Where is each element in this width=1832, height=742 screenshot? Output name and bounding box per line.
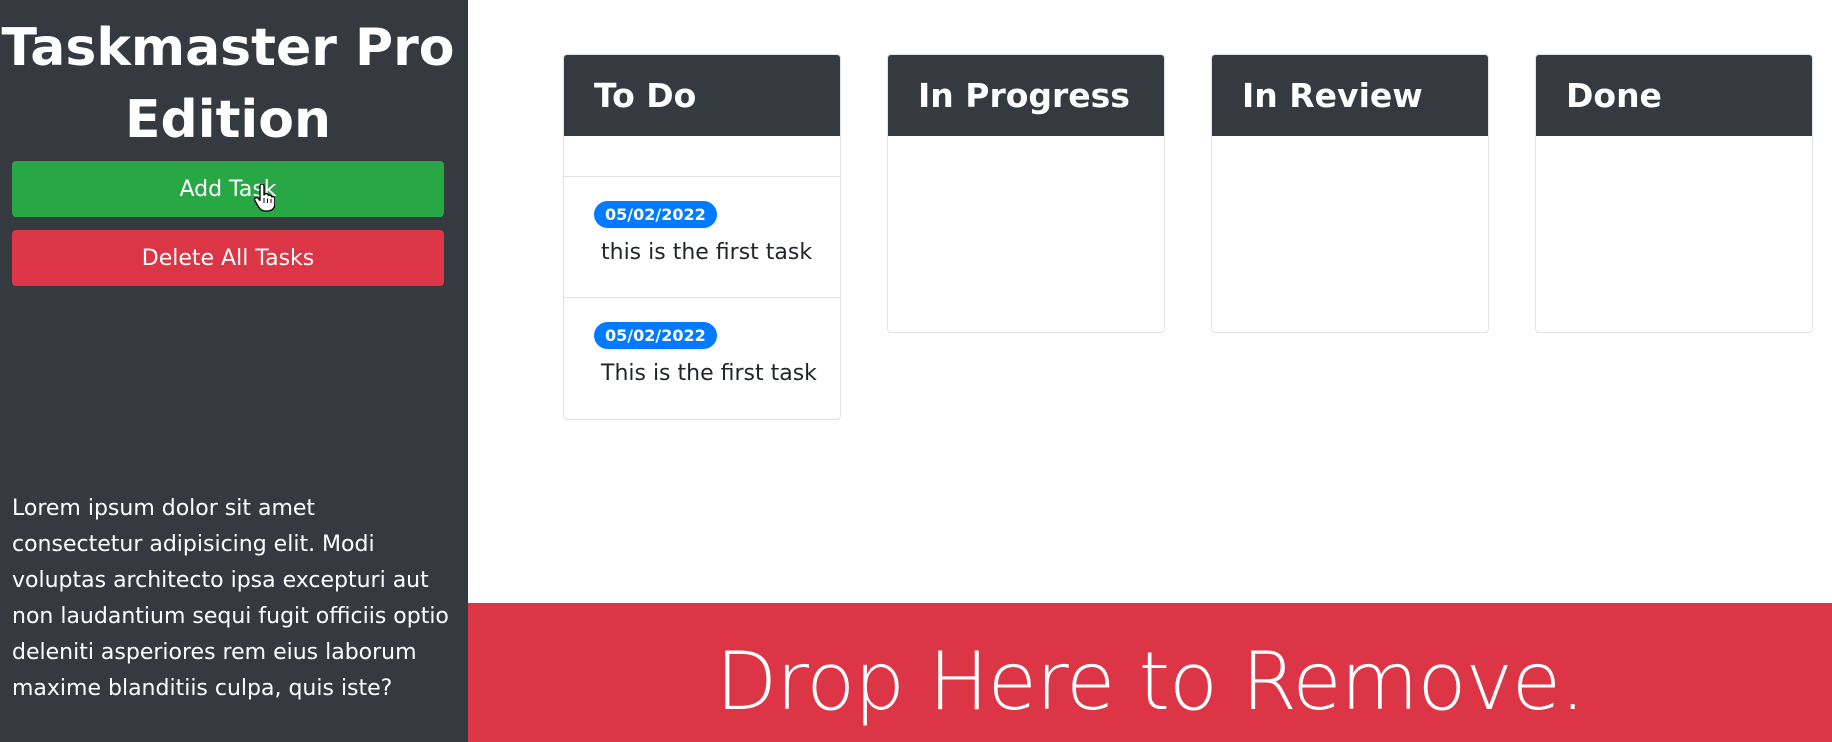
app-title-line1: Taskmaster Pro [1, 18, 455, 78]
app-title-line2: Edition [125, 90, 331, 150]
column-in-progress: In Progress [887, 54, 1165, 333]
column-in-progress-title: In Progress [888, 55, 1164, 136]
sidebar: Taskmaster Pro Edition Add Task Delete A… [0, 0, 468, 742]
task-text[interactable]: This is the first task [601, 359, 840, 389]
column-in-progress-list[interactable] [888, 136, 1164, 332]
column-done-title: Done [1536, 55, 1812, 136]
add-task-button[interactable]: Add Task [12, 161, 444, 217]
drop-zone-label: Drop Here to Remove. [715, 635, 1586, 728]
delete-all-tasks-button[interactable]: Delete All Tasks [12, 230, 444, 286]
task-card[interactable]: 05/02/2022 this is the first task [564, 177, 840, 298]
column-todo: To Do 05/02/2022 this is the first task … [563, 54, 841, 420]
trash-drop-zone[interactable]: Drop Here to Remove. [468, 603, 1832, 742]
column-done-list[interactable] [1536, 136, 1812, 332]
task-date-badge[interactable]: 05/02/2022 [594, 201, 717, 228]
column-in-review-list[interactable] [1212, 136, 1488, 332]
task-text[interactable]: this is the first task [601, 238, 840, 268]
column-in-review-title: In Review [1212, 55, 1488, 136]
app-title: Taskmaster Pro Edition [0, 12, 456, 156]
list-spacer [564, 136, 840, 177]
sidebar-description: Lorem ipsum dolor sit amet consectetur a… [12, 496, 449, 701]
column-in-review: In Review [1211, 54, 1489, 333]
task-card[interactable]: 05/02/2022 This is the first task [564, 298, 840, 419]
task-date-badge[interactable]: 05/02/2022 [594, 322, 717, 349]
column-done: Done [1535, 54, 1813, 333]
hand-pointer-icon [253, 184, 275, 212]
column-todo-list[interactable]: 05/02/2022 this is the first task 05/02/… [564, 136, 840, 419]
column-todo-title: To Do [564, 55, 840, 136]
